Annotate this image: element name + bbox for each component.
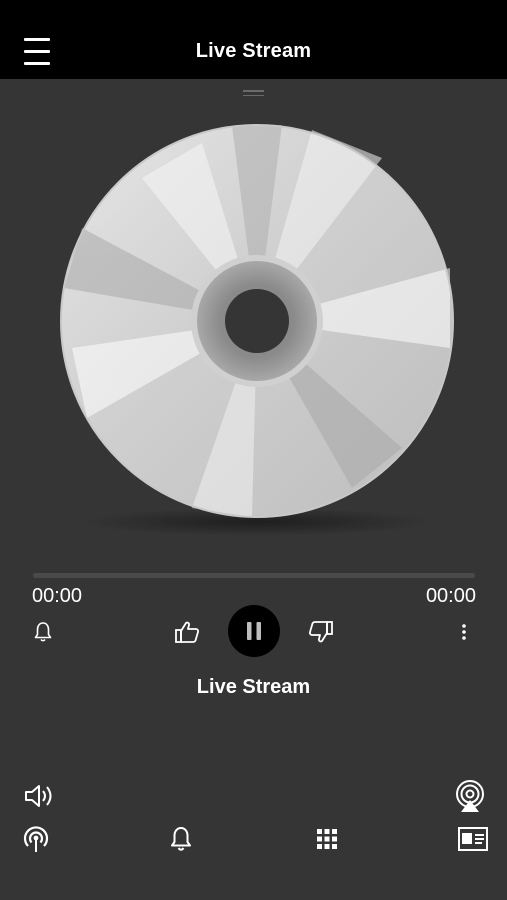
progress-bar[interactable] [33, 573, 475, 578]
contact-card-icon[interactable] [455, 825, 491, 853]
bell-icon[interactable] [166, 824, 196, 854]
page-title: Live Stream [195, 40, 312, 62]
grid-icon[interactable] [314, 826, 340, 852]
cd-disc-artwork [52, 118, 462, 538]
bell-icon[interactable] [32, 620, 54, 644]
thumbs-down-icon[interactable] [306, 619, 336, 645]
volume-icon[interactable] [22, 780, 56, 812]
drag-handle[interactable] [243, 90, 264, 97]
pause-button[interactable] [228, 605, 280, 657]
podcast-icon[interactable] [20, 823, 52, 855]
airplay-icon[interactable] [452, 778, 488, 814]
elapsed-time: 00:00 [32, 585, 83, 607]
track-title: Live Stream [196, 676, 311, 698]
thumbs-up-icon[interactable] [172, 619, 202, 645]
top-bar: Live Stream [0, 0, 507, 79]
more-vertical-icon[interactable] [456, 620, 472, 644]
duration-time: 00:00 [425, 585, 476, 607]
pause-icon [247, 622, 261, 640]
